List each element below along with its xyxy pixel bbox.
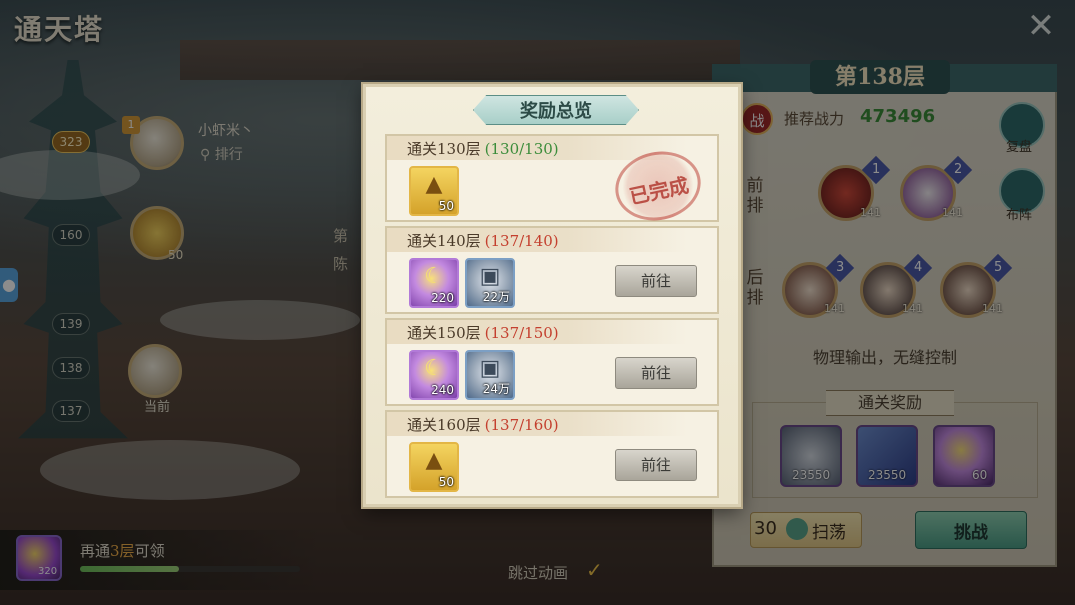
- reward-row-title: 通关140层 (137/140): [407, 230, 559, 251]
- reward-count: 24万: [482, 382, 510, 396]
- go-button[interactable]: 前往: [615, 265, 697, 297]
- jade-icon[interactable]: ☾ 220: [409, 258, 459, 308]
- reward-row-floor: 通关130层: [407, 140, 481, 158]
- reward-row-floor: 通关150层: [407, 324, 481, 342]
- go-button[interactable]: 前往: [615, 357, 697, 389]
- reward-count: 50: [438, 475, 454, 489]
- reward-row-progress: (130/130): [484, 140, 559, 158]
- copper-coin-glyph: ▣: [479, 356, 501, 381]
- treasure-chest-glyph: ▲: [425, 172, 443, 197]
- reward-row-progress: (137/140): [484, 232, 559, 250]
- reward-row: 通关140层 (137/140) ☾ 220 ▣ 22万 前往: [385, 226, 719, 314]
- go-button-label: 前往: [640, 364, 671, 382]
- reward-row-title: 通关160层 (137/160): [407, 414, 559, 435]
- treasure-chest-icon[interactable]: ▲ 50: [409, 442, 459, 492]
- reward-row-floor: 通关140层: [407, 232, 481, 250]
- reward-row: 通关130层 (130/130) ▲ 50 已完成: [385, 134, 719, 229]
- treasure-chest-icon[interactable]: ▲ 50: [409, 166, 459, 216]
- reward-overview-title: 奖励总览: [520, 101, 592, 122]
- reward-row-title: 通关150层 (137/150): [407, 322, 559, 343]
- reward-row-progress: (137/150): [484, 324, 559, 342]
- jade-icon[interactable]: ☾ 240: [409, 350, 459, 400]
- reward-count: 50: [438, 199, 454, 213]
- reward-row-progress: (137/160): [484, 416, 559, 434]
- copper-coin-icon[interactable]: ▣ 24万: [465, 350, 515, 400]
- jade-glyph: ☾: [424, 356, 444, 381]
- go-button-label: 前往: [640, 456, 671, 474]
- go-button[interactable]: 前往: [615, 449, 697, 481]
- completed-stamp-text: 已完成: [627, 172, 691, 209]
- treasure-chest-glyph: ▲: [425, 448, 443, 473]
- jade-glyph: ☾: [424, 264, 444, 289]
- reward-row: 通关160层 (137/160) ▲ 50 前往: [385, 410, 719, 498]
- copper-coin-glyph: ▣: [479, 264, 501, 289]
- go-button-label: 前往: [640, 272, 671, 290]
- reward-count: 220: [431, 291, 454, 305]
- reward-row-title: 通关130层 (130/130): [407, 138, 559, 159]
- copper-coin-icon[interactable]: ▣ 22万: [465, 258, 515, 308]
- reward-row: 通关150层 (137/150) ☾ 240 ▣ 24万 前往: [385, 318, 719, 406]
- reward-count: 240: [431, 383, 454, 397]
- reward-row-floor: 通关160层: [407, 416, 481, 434]
- reward-count: 22万: [482, 290, 510, 304]
